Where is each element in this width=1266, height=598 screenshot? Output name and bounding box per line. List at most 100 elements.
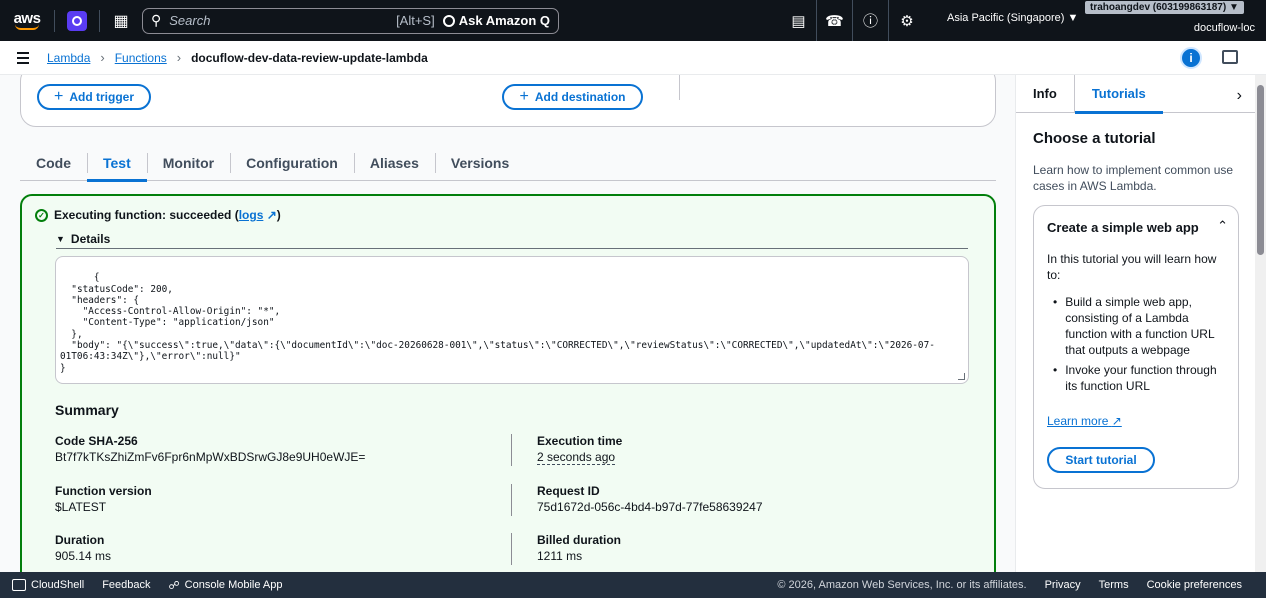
search-input[interactable]: ⚲ Search [Alt+S] Ask Amazon Q <box>142 7 559 34</box>
feedback-icon[interactable] <box>1222 50 1238 64</box>
tutorial-title[interactable]: Create a simple web app <box>1047 220 1199 235</box>
execution-status: ✓ Executing function: succeeded (logs ↗) <box>35 208 281 222</box>
copyright-text: © 2026, Amazon Web Services, Inc. or its… <box>777 579 1027 591</box>
tab-info[interactable]: Info <box>1016 75 1074 113</box>
learn-more-link[interactable]: Learn more ↗ <box>1047 414 1122 428</box>
cookie-preferences-link[interactable]: Cookie preferences <box>1147 579 1242 591</box>
code-sha-label: Code SHA-256 <box>55 434 138 448</box>
settings-icon[interactable]: ⚙ <box>889 0 925 41</box>
logs-link[interactable]: logs <box>239 208 264 222</box>
add-trigger-button[interactable]: + Add trigger <box>37 84 151 110</box>
account-menu[interactable]: trahoangdev (603199863187) ▼ <box>1085 1 1244 14</box>
plus-icon: + <box>53 88 64 105</box>
duration-field: Duration 905.14 ms <box>55 533 111 563</box>
main-content: + Add trigger + Add destination Code Tes… <box>0 75 1015 572</box>
tutorial-step-text: Invoke your function through its functio… <box>1065 363 1217 393</box>
function-diagram: + Add trigger + Add destination <box>20 75 996 127</box>
cloudshell-label: CloudShell <box>31 579 85 591</box>
breadcrumb-functions[interactable]: Functions <box>115 51 167 65</box>
feedback-button[interactable]: Feedback <box>102 579 150 591</box>
tutorial-steps: • Build a simple web app, consisting of a… <box>1047 294 1229 398</box>
terms-link[interactable]: Terms <box>1099 579 1129 591</box>
divider <box>511 434 512 466</box>
tab-aliases[interactable]: Aliases <box>353 145 435 180</box>
start-tutorial-button[interactable]: Start tutorial <box>1047 447 1155 473</box>
footer-links: © 2026, Amazon Web Services, Inc. or its… <box>777 572 1242 598</box>
divider <box>511 484 512 516</box>
plus-icon: + <box>519 88 529 105</box>
tab-test[interactable]: Test <box>87 145 147 182</box>
menu-icon[interactable] <box>17 51 29 64</box>
region-selector[interactable]: Asia Pacific (Singapore) ▼ <box>947 12 1078 24</box>
list-item: • Invoke your function through its functi… <box>1047 362 1229 394</box>
code-sha-field: Code SHA-256 Bt7f7kTKsZhiZmFv6Fpr6nMpWxB… <box>55 434 365 464</box>
breadcrumb-separator: › <box>100 50 105 65</box>
tab-tutorials[interactable]: Tutorials <box>1073 74 1163 114</box>
panel-description: Learn how to implement common use cases … <box>1033 163 1234 193</box>
breadcrumb-bar: Lambda › Functions › docuflow-dev-data-r… <box>0 41 1266 75</box>
chevron-right-icon[interactable]: › <box>1237 87 1242 105</box>
cloudshell-button[interactable]: CloudShell <box>12 579 84 591</box>
function-version-field: Function version $LATEST <box>55 484 152 514</box>
tutorial-intro: In this tutorial you will learn how to: <box>1047 252 1217 282</box>
response-text: { "statusCode": 200, "headers": { "Acces… <box>60 272 935 374</box>
grid-icon[interactable]: ▦ <box>106 11 136 31</box>
tab-code[interactable]: Code <box>20 145 87 180</box>
add-trigger-label: Add trigger <box>69 90 134 104</box>
tutorial-card: Create a simple web app ⌃ In this tutori… <box>1033 205 1239 489</box>
privacy-link[interactable]: Privacy <box>1045 579 1081 591</box>
mobile-app-icon: ☍ <box>168 579 180 592</box>
function-tabs: Code Test Monitor Configuration Aliases … <box>20 145 996 182</box>
function-version-value: $LATEST <box>55 500 107 514</box>
info-icon[interactable]: i <box>1180 47 1202 69</box>
scrollbar-thumb[interactable] <box>1257 85 1264 255</box>
status-suffix: ) <box>276 208 281 222</box>
success-icon: ✓ <box>35 208 48 222</box>
external-link-icon: ↗ <box>1111 414 1122 428</box>
breadcrumb-lambda[interactable]: Lambda <box>47 51 90 65</box>
bullet-icon: • <box>1053 295 1058 309</box>
account-user[interactable]: docuflow-loc <box>1194 22 1255 34</box>
divider <box>511 533 512 565</box>
chevron-up-icon[interactable]: ⌃ <box>1217 218 1228 234</box>
function-version-label: Function version <box>55 484 152 498</box>
divider <box>99 9 100 32</box>
bell-icon[interactable]: ☎ <box>817 0 853 41</box>
billed-duration-label: Billed duration <box>537 533 621 547</box>
details-toggle[interactable]: ▼ Details <box>56 229 968 249</box>
external-link-icon: ↗ <box>266 208 277 222</box>
duration-value: 905.14 ms <box>55 549 112 563</box>
details-label: Details <box>70 231 111 246</box>
panel-title: Choose a tutorial <box>1033 130 1156 147</box>
tab-monitor[interactable]: Monitor <box>146 145 230 180</box>
billed-duration-value: 1211 ms <box>537 549 583 563</box>
execution-time-value[interactable]: 2 seconds ago <box>537 450 616 465</box>
service-favorite-icon[interactable] <box>67 10 87 31</box>
console-mobile-app-label: Console Mobile App <box>184 579 283 591</box>
add-destination-label: Add destination <box>534 90 626 104</box>
search-placeholder: Search <box>169 13 211 28</box>
execution-time-field: Execution time 2 seconds ago <box>537 434 622 465</box>
duration-label: Duration <box>55 533 105 547</box>
add-destination-button[interactable]: + Add destination <box>502 84 643 110</box>
bullet-icon: • <box>1053 363 1058 377</box>
aws-smile-icon <box>15 24 39 30</box>
tab-versions[interactable]: Versions <box>434 145 525 180</box>
ask-amazon-q-button[interactable]: Ask Amazon Q <box>442 13 550 28</box>
help-icon[interactable]: ⓘ <box>853 0 889 41</box>
breadcrumb-current: docuflow-dev-data-review-update-lambda <box>191 50 428 65</box>
request-id-field: Request ID 75d1672d-056c-4bd4-b97d-77fe5… <box>537 484 763 514</box>
aws-logo[interactable]: aws <box>6 0 48 41</box>
learn-more-label: Learn more <box>1047 414 1109 428</box>
cloudshell-icon <box>12 579 26 591</box>
response-output[interactable]: { "statusCode": 200, "headers": { "Acces… <box>55 256 969 384</box>
vertical-scrollbar[interactable] <box>1255 75 1266 572</box>
cloudshell-icon[interactable]: ▤ <box>781 0 817 41</box>
console-mobile-app-button[interactable]: ☍ Console Mobile App <box>169 579 283 592</box>
resize-handle-icon[interactable] <box>958 373 965 380</box>
code-sha-value: Bt7f7kTKsZhiZmFv6Fpr6nMpWxBDSrwGJ8e9UH0e… <box>55 450 366 464</box>
breadcrumb-separator: › <box>176 50 182 65</box>
divider <box>54 9 55 32</box>
tab-configuration[interactable]: Configuration <box>230 145 354 180</box>
top-navigation: aws ▦ ⚲ Search [Alt+S] Ask Amazon Q ▤ ☎ … <box>0 0 1266 41</box>
